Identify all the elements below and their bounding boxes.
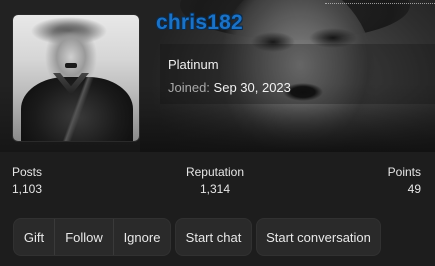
avatar[interactable]	[12, 14, 140, 142]
start-chat-button[interactable]: Start chat	[175, 218, 252, 256]
joined-date: Sep 30, 2023	[213, 80, 291, 95]
stat-reputation-label: Reputation	[185, 165, 245, 179]
avatar-mustache-shape	[65, 63, 77, 68]
user-info-box	[160, 44, 435, 104]
stat-posts-value: 1,103	[12, 182, 43, 196]
joined-info: Joined: Sep 30, 2023	[168, 80, 291, 95]
stat-reputation: Reputation 1,314	[160, 164, 270, 198]
stat-posts[interactable]: Posts 1,103	[12, 164, 42, 198]
stat-reputation-value: 1,314	[199, 182, 231, 196]
start-conversation-button[interactable]: Start conversation	[256, 218, 381, 256]
joined-label: Joined:	[168, 80, 210, 95]
stat-points-label: Points	[387, 165, 421, 179]
gift-button[interactable]: Gift	[14, 219, 54, 255]
stat-points[interactable]: Points 49	[388, 164, 421, 198]
profile-card: chris182 Platinum Joined: Sep 30, 2023 P…	[0, 0, 435, 266]
ignore-button[interactable]: Ignore	[113, 219, 170, 255]
banner-top-edge	[325, 0, 435, 4]
stat-points-value: 49	[407, 182, 421, 196]
stats-bar: Posts 1,103 Reputation 1,314 Points 49	[0, 152, 435, 204]
username[interactable]: chris182	[156, 11, 243, 35]
stat-posts-label: Posts	[12, 165, 43, 179]
follow-button[interactable]: Follow	[54, 219, 113, 255]
member-action-group: Gift Follow Ignore	[13, 218, 171, 256]
user-title: Platinum	[168, 57, 219, 72]
